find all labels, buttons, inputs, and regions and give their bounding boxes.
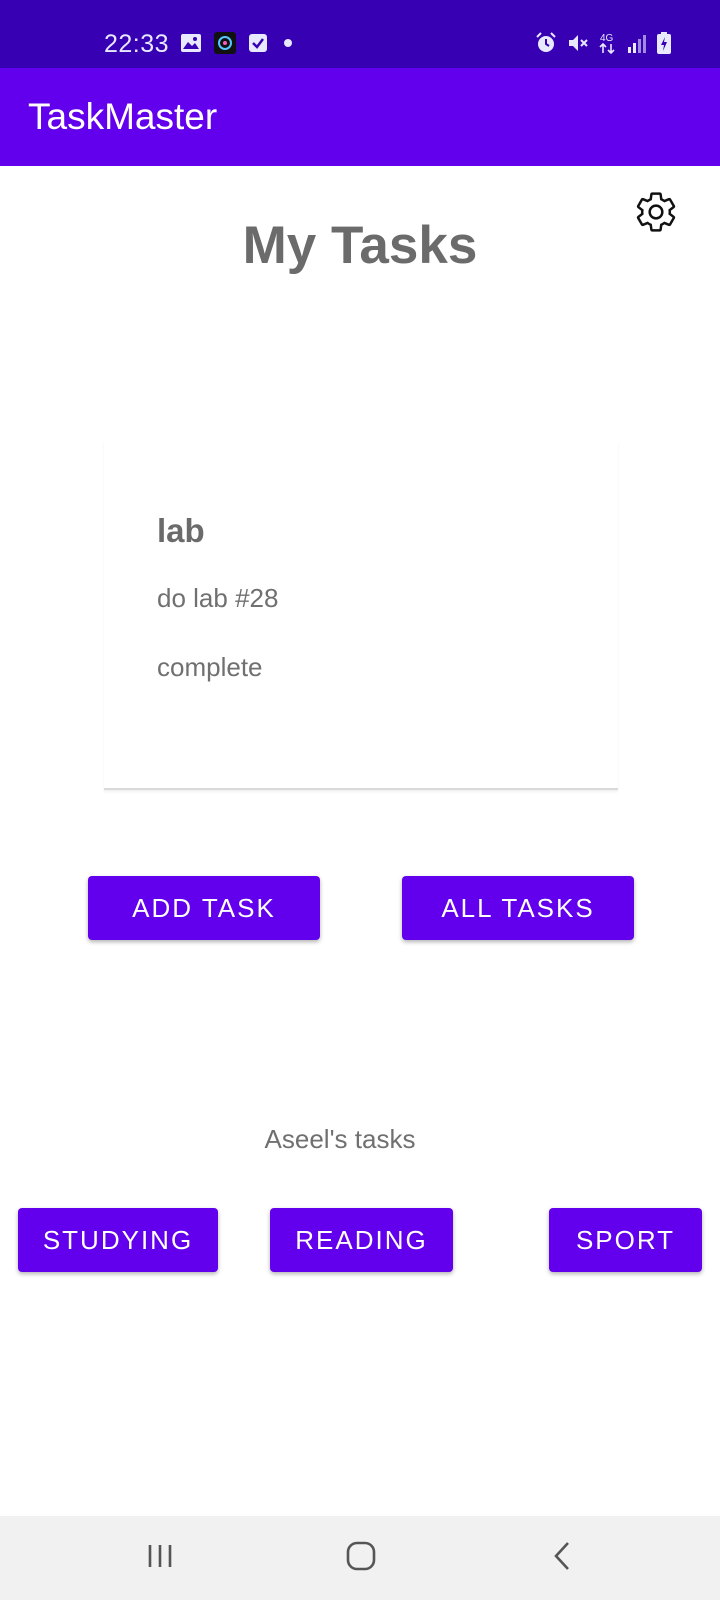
recents-icon: [145, 1541, 175, 1576]
add-task-button[interactable]: ADD TASK: [88, 876, 320, 940]
app-title: TaskMaster: [28, 96, 218, 137]
reading-button[interactable]: READING: [270, 1208, 453, 1272]
dot-icon: [280, 35, 296, 51]
task-body: do lab #28: [157, 583, 279, 613]
back-icon: [548, 1541, 578, 1576]
mute-icon: [566, 31, 590, 55]
battery-charging-icon: [656, 31, 672, 55]
user-tasks-label: Aseel's tasks: [264, 1124, 416, 1154]
task-card[interactable]: lab do lab #28 complete: [104, 440, 618, 790]
signal-icon: [626, 32, 648, 54]
back-button[interactable]: [515, 1516, 611, 1600]
alarm-icon: [534, 31, 558, 55]
task-title: lab: [157, 512, 205, 549]
recents-button[interactable]: [112, 1516, 208, 1600]
task-state: complete: [157, 652, 263, 682]
navigation-bar: [0, 1516, 720, 1600]
status-left-icons: [180, 30, 296, 56]
home-icon: [345, 1540, 377, 1577]
all-tasks-button[interactable]: ALL TASKS: [402, 876, 634, 940]
page-title: My Tasks: [242, 216, 478, 275]
network-4g-icon: 4G: [598, 31, 618, 55]
checkbox-notification-icon: [248, 33, 268, 53]
home-button[interactable]: [313, 1516, 409, 1600]
status-bar: 22:33 4G: [0, 0, 720, 68]
studying-button[interactable]: STUDYING: [18, 1208, 218, 1272]
status-right-icons: 4G: [534, 30, 672, 56]
sport-button[interactable]: SPORT: [549, 1208, 702, 1272]
svg-text:4G: 4G: [600, 33, 614, 44]
app-bar: TaskMaster: [0, 68, 720, 166]
image-icon: [180, 33, 202, 53]
app-notification-icon: [214, 32, 236, 54]
